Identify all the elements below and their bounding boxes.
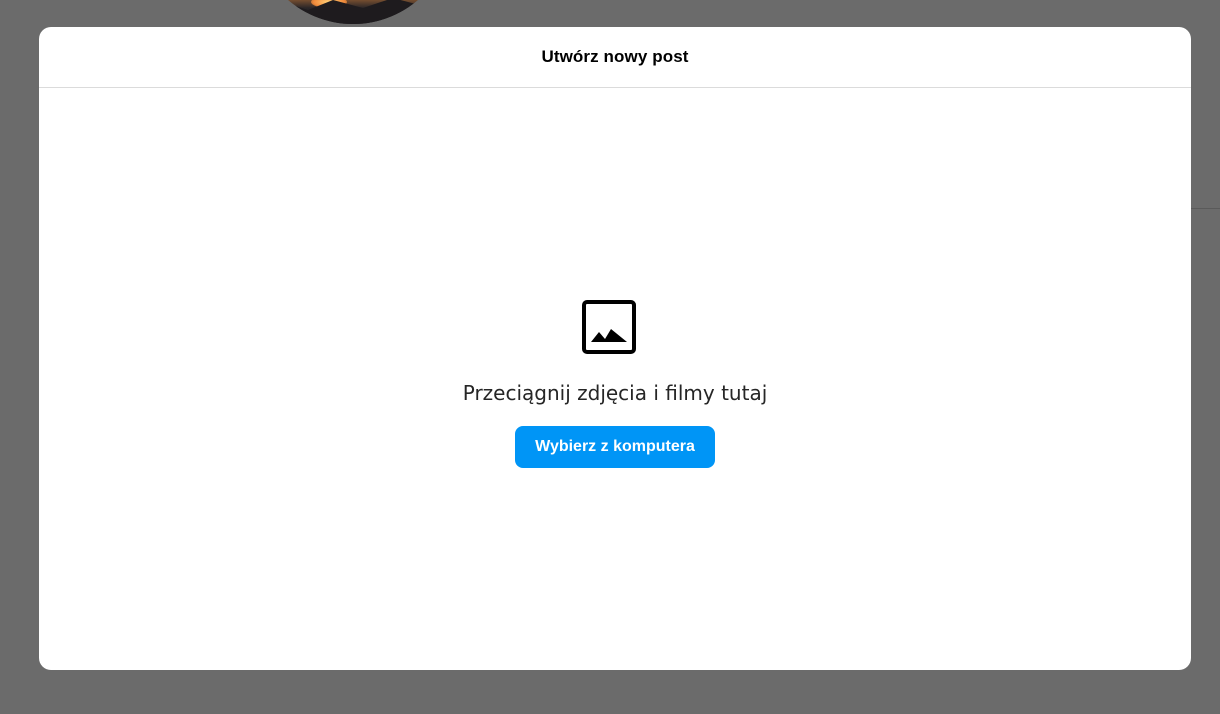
select-from-computer-button[interactable]: Wybierz z komputera xyxy=(515,426,715,468)
avatar-hills xyxy=(253,0,453,24)
photo-video-icon xyxy=(582,300,636,354)
dialog-body[interactable]: Przeciągnij zdjęcia i filmy tutaj Wybier… xyxy=(39,88,1191,670)
dialog-title: Utwórz nowy post xyxy=(541,47,689,66)
background-profile-avatar xyxy=(253,0,453,24)
create-post-dialog: Utwórz nowy post Przeciągnij zdjęcia i f… xyxy=(39,27,1191,670)
background-divider xyxy=(1191,208,1220,209)
drag-drop-prompt: Przeciągnij zdjęcia i filmy tutaj xyxy=(462,381,768,405)
dialog-header: Utwórz nowy post xyxy=(39,27,1191,88)
